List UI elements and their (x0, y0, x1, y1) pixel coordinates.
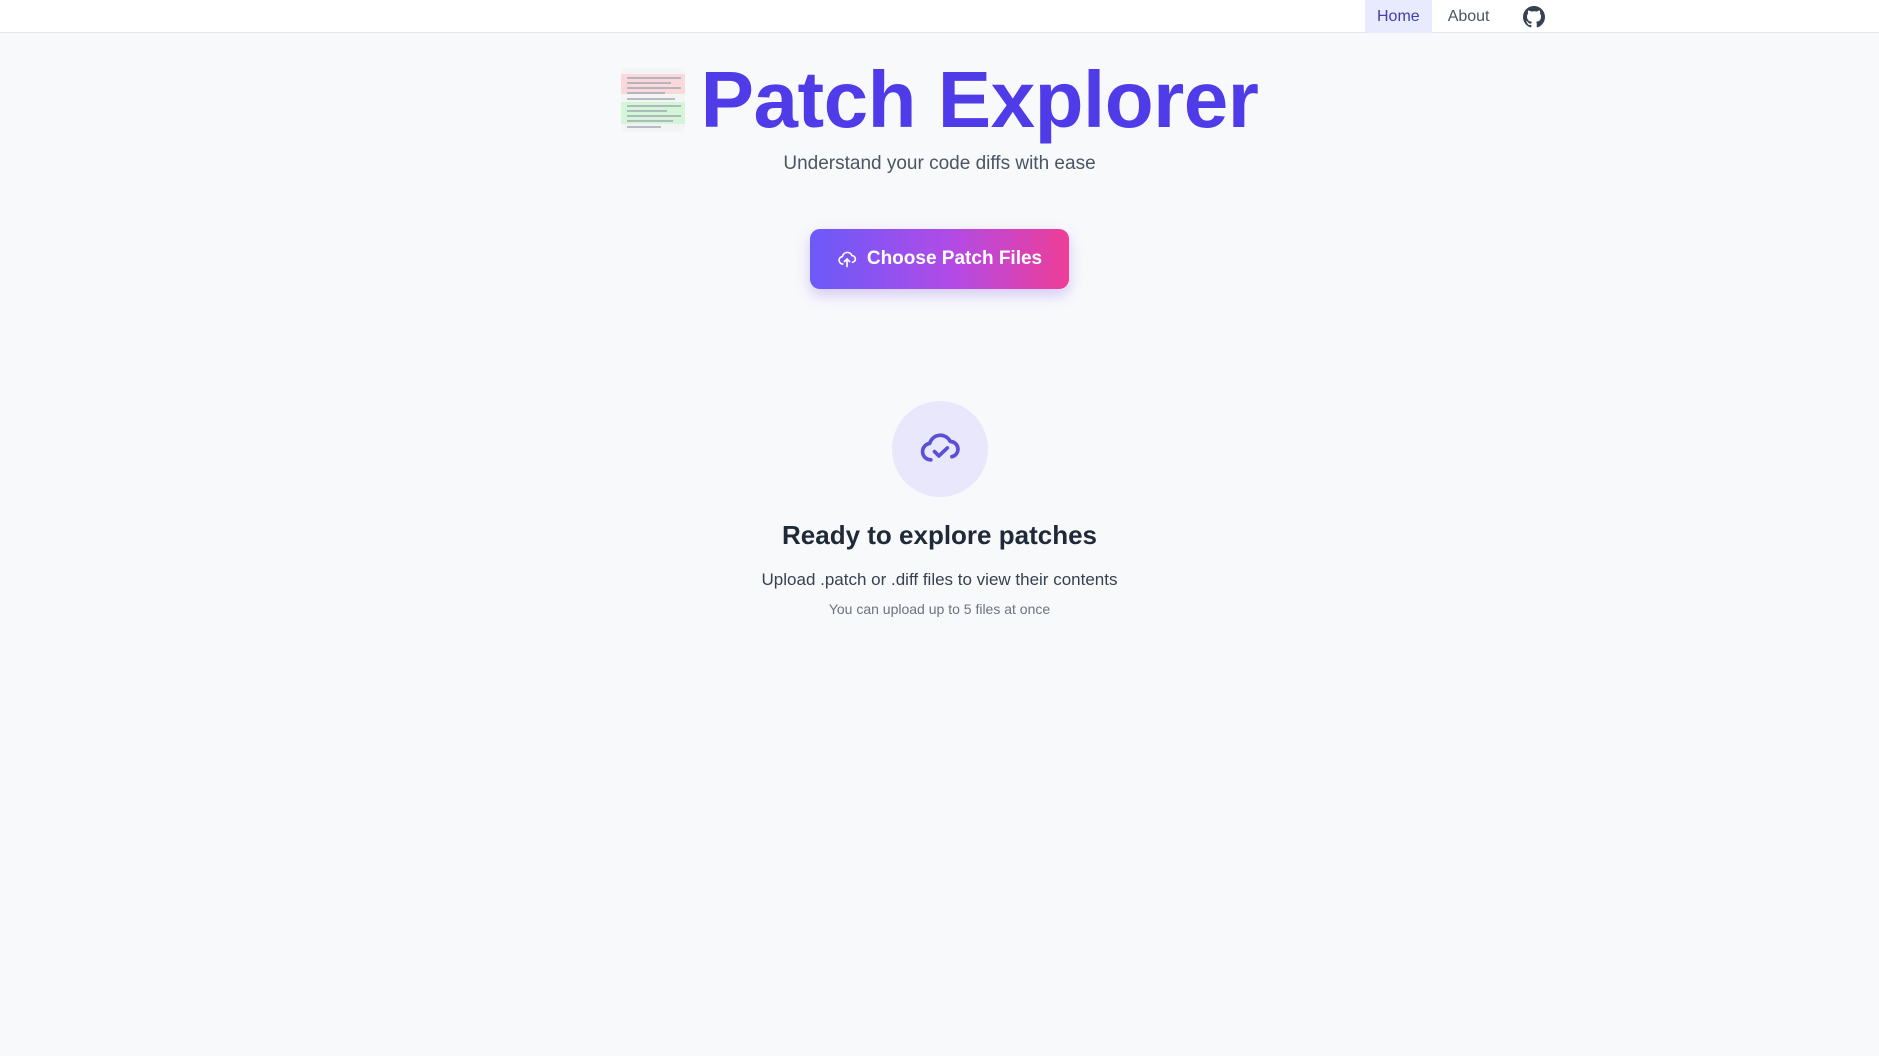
cloud-upload-icon (837, 249, 857, 269)
empty-state-description: Upload .patch or .diff files to view the… (761, 570, 1118, 589)
page-subtitle: Understand your code diffs with ease (783, 153, 1096, 174)
empty-state-icon-circle (892, 401, 988, 497)
choose-patch-files-button[interactable]: Choose Patch Files (810, 229, 1069, 289)
patch-diff-logo-icon (620, 68, 685, 132)
page-title: Patch Explorer (700, 55, 1259, 144)
nav-home-link[interactable]: Home (1365, 0, 1432, 33)
nav-about-link[interactable]: About (1436, 0, 1502, 33)
empty-state-note: You can upload up to 5 files at once (828, 601, 1051, 617)
github-icon[interactable] (1522, 5, 1546, 29)
nav-links: Home About (1365, 0, 1546, 33)
hero-header: Patch Explorer (0, 58, 1879, 142)
top-navbar: Home About (0, 0, 1879, 33)
empty-state-title: Ready to explore patches (782, 520, 1097, 550)
choose-patch-files-label: Choose Patch Files (866, 248, 1043, 269)
cloud-check-icon (918, 425, 962, 474)
